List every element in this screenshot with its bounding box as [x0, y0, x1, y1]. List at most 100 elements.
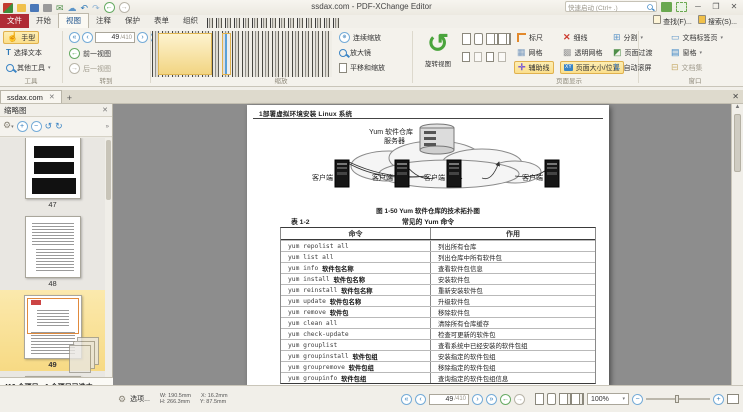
select-text-button[interactable]: T 选择文本: [3, 46, 45, 59]
thumbnail-item[interactable]: 47: [0, 138, 105, 211]
single-page-icon[interactable]: [462, 33, 471, 45]
fullscreen-icon[interactable]: [676, 2, 687, 12]
transparent-grid-toggle[interactable]: ▩ 透明网格: [560, 46, 606, 59]
history-forward-icon[interactable]: →: [119, 2, 130, 13]
panel-close-icon[interactable]: ✕: [102, 106, 108, 114]
guides-icon: ✛: [518, 63, 526, 72]
app-icon[interactable]: [3, 3, 13, 13]
save-icon[interactable]: [30, 4, 39, 12]
panes-button[interactable]: ▤ 窗格▾: [668, 46, 705, 59]
document-canvas[interactable]: 1部署虚拟环境安装 Linux 系统 Yum 软件仓库 服务器: [113, 104, 731, 385]
next-view-button[interactable]: → 后一视图: [66, 62, 114, 75]
layout-extra-2-icon[interactable]: [474, 52, 482, 62]
guides-toggle[interactable]: ✛ 辅助线: [514, 61, 554, 74]
tab-form[interactable]: 表单: [147, 14, 176, 28]
cloud-icon[interactable]: ☁: [68, 3, 77, 13]
tab-file[interactable]: 文件: [0, 14, 29, 28]
other-tools-button[interactable]: 其他工具▾: [3, 61, 54, 74]
ribbon: ☝ 手型 T 选择文本 其他工具▾ 工具 « ‹ 49/410 › » ← 前一…: [0, 28, 743, 87]
scrollbar-thumb[interactable]: [734, 114, 741, 172]
layout-extra-3-icon[interactable]: [486, 52, 494, 62]
minimize-button[interactable]: ─: [691, 2, 705, 11]
prev-page-icon[interactable]: ‹: [82, 32, 93, 43]
status-options-button[interactable]: 选项...: [130, 394, 150, 404]
rotate-cw-icon[interactable]: ↻: [55, 122, 63, 131]
document-tab[interactable]: ssdax.com ✕: [0, 90, 62, 103]
plugin-icon[interactable]: [661, 2, 672, 12]
sb-two-up-continuous-icon[interactable]: [571, 393, 580, 405]
continuous-zoom-button[interactable]: ⊕ 连续缩放: [336, 31, 384, 44]
tab-organize[interactable]: 组织: [176, 14, 205, 28]
grid-toggle[interactable]: ▦ 网格: [514, 46, 546, 59]
tab-home[interactable]: 开始: [29, 14, 58, 28]
sb-single-page-icon[interactable]: [535, 393, 544, 405]
tab-protect[interactable]: 保护: [118, 14, 147, 28]
thumbnail-list[interactable]: 47 48 49: [0, 138, 105, 377]
document-set-button[interactable]: ⊟ 文档集: [668, 61, 706, 74]
two-up-continuous-icon[interactable]: [498, 33, 507, 45]
sb-last-page-icon[interactable]: »: [486, 394, 497, 405]
two-up-icon[interactable]: [486, 33, 495, 45]
window-group-label: 窗口: [650, 75, 740, 85]
email-icon[interactable]: ✉: [56, 3, 64, 13]
zoom-out-icon[interactable]: −: [632, 394, 643, 405]
find-button[interactable]: 查找(F)...: [653, 15, 692, 27]
sb-page-number-input[interactable]: 49/410: [429, 394, 469, 405]
panel-scrollbar[interactable]: [105, 138, 112, 377]
panel-overflow-icon[interactable]: »: [106, 124, 109, 130]
scroll-up-icon[interactable]: ▲: [732, 104, 743, 110]
print-icon[interactable]: [43, 4, 52, 12]
sb-first-page-icon[interactable]: «: [401, 394, 412, 405]
loupe-button[interactable]: 放大镜: [336, 46, 374, 59]
zoom-in-icon[interactable]: +: [713, 394, 724, 405]
zoom-slider[interactable]: [646, 398, 710, 400]
fit-page-icon[interactable]: [727, 394, 739, 404]
rotate-view-button[interactable]: ↺ 旋转视图: [416, 30, 460, 68]
ruler-toggle[interactable]: 标尺: [514, 31, 546, 44]
thumbnail-item[interactable]: 48: [0, 211, 105, 290]
document-scrollbar[interactable]: ▲: [731, 104, 743, 385]
continuous-page-icon[interactable]: [474, 33, 483, 45]
history-back-icon[interactable]: ←: [104, 2, 115, 13]
hand-tool-button[interactable]: ☝ 手型: [3, 31, 39, 44]
sb-continuous-icon[interactable]: [547, 393, 556, 405]
open-folder-icon[interactable]: [17, 4, 26, 12]
next-page-icon[interactable]: ›: [137, 32, 148, 43]
figure-caption: 图 1-50 Yum 软件仓库的技术拓扑图: [247, 205, 609, 215]
rotate-ccw-icon[interactable]: ↺: [45, 122, 53, 131]
thumb-zoom-in-icon[interactable]: +: [17, 121, 28, 132]
new-tab-button[interactable]: +: [62, 93, 77, 103]
search-button[interactable]: 搜索(S)...: [698, 15, 737, 27]
doc-tab-close-icon[interactable]: ✕: [49, 93, 55, 101]
layout-extra-4-icon[interactable]: [498, 52, 506, 62]
autoscroll-button[interactable]: ⇅ 自动滚屏: [610, 61, 655, 74]
tab-view[interactable]: 视图: [58, 13, 89, 28]
maximize-button[interactable]: ❐: [709, 2, 723, 11]
previous-view-button[interactable]: ← 前一视图: [66, 47, 114, 60]
sb-next-page-icon[interactable]: ›: [472, 394, 483, 405]
undo-icon[interactable]: ↶: [81, 3, 89, 13]
layout-extra-1-icon[interactable]: [462, 52, 470, 62]
page-number-input[interactable]: 49/410: [95, 32, 135, 43]
split-button[interactable]: ⊞ 分割▾: [610, 31, 646, 44]
pdf-page[interactable]: 1部署虚拟环境安装 Linux 系统 Yum 软件仓库 服务器: [247, 105, 609, 385]
quick-launch-input[interactable]: 快速启动 (Ctrl+ .): [565, 1, 657, 12]
tab-comment[interactable]: 注释: [89, 14, 118, 28]
strip-close-icon[interactable]: ✕: [732, 92, 739, 101]
sb-next-view-icon[interactable]: →: [514, 394, 525, 405]
sb-two-up-icon[interactable]: [559, 393, 568, 405]
first-page-icon[interactable]: «: [69, 32, 80, 43]
sb-prev-page-icon[interactable]: ‹: [415, 394, 426, 405]
sb-prev-view-icon[interactable]: ←: [500, 394, 511, 405]
transparent-grid-icon: ▩: [563, 48, 572, 57]
thumb-zoom-out-icon[interactable]: −: [31, 121, 42, 132]
redo-icon[interactable]: ↷: [92, 3, 100, 13]
wireframe-toggle[interactable]: ✕ 细线: [560, 31, 591, 44]
document-tabs-button[interactable]: ▭ 文档标签页▾: [668, 31, 726, 44]
panel-options-icon[interactable]: ⚙▾: [3, 121, 14, 132]
status-options-icon[interactable]: ⚙: [118, 395, 126, 404]
zoom-level-select[interactable]: 100%▾: [587, 393, 629, 405]
page-transitions-button[interactable]: ◩ 页面过渡: [610, 46, 656, 59]
close-button[interactable]: ✕: [727, 2, 741, 11]
pan-zoom-button[interactable]: 平移和缩放: [336, 61, 388, 74]
